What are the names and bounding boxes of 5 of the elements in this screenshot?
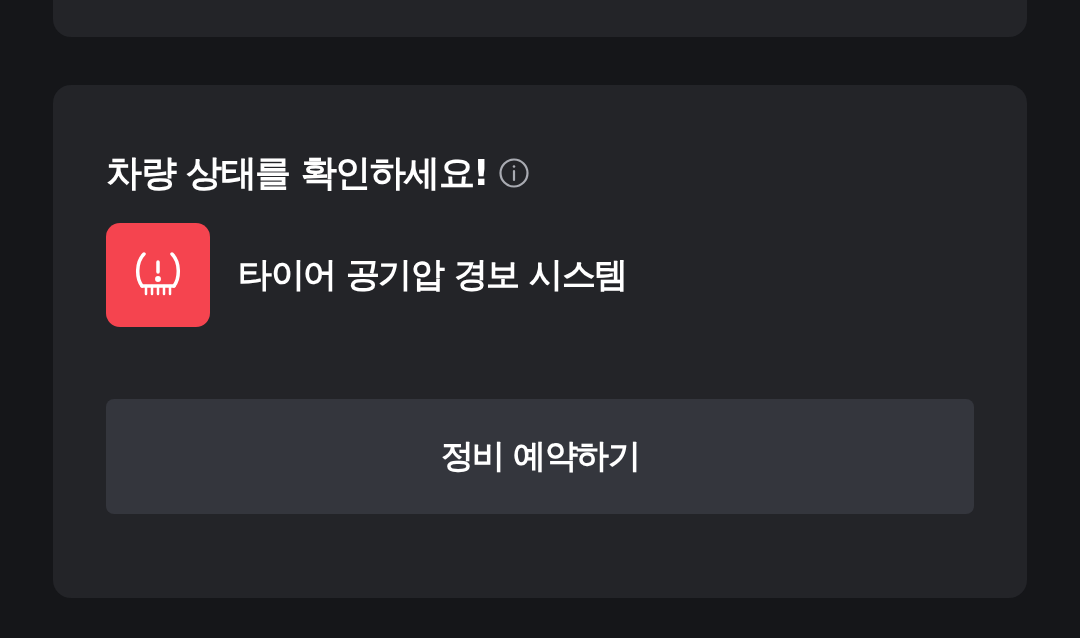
book-service-button[interactable]: 정비 예약하기 xyxy=(106,399,974,514)
alert-label: 타이어 공기압 경보 시스템 xyxy=(238,253,627,296)
tire-warning-icon xyxy=(106,223,210,327)
info-icon[interactable] xyxy=(498,157,530,189)
card-title: 차량 상태를 확인하세요! xyxy=(106,150,488,195)
